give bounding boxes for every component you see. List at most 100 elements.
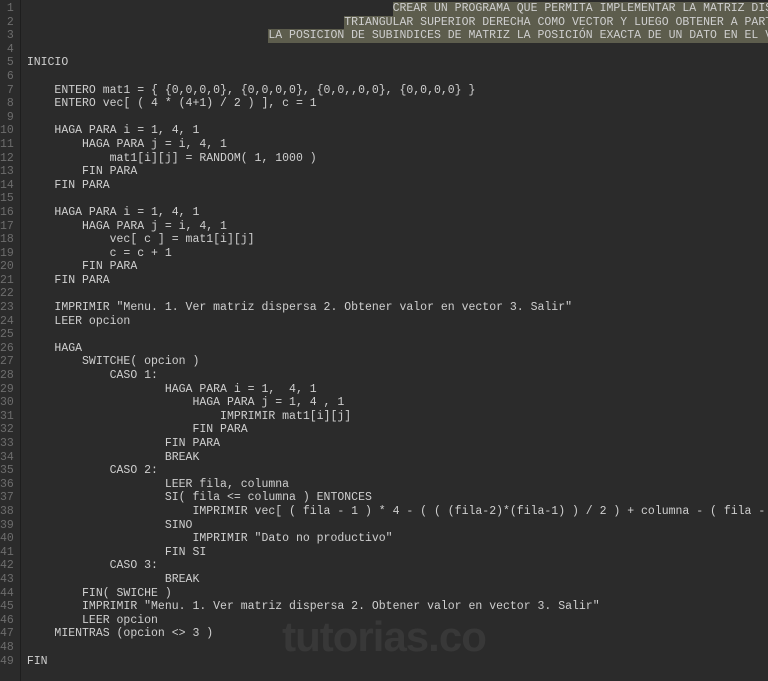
line-number: 41 xyxy=(0,546,14,560)
line-number: 6 xyxy=(0,70,14,84)
code-line[interactable]: CASO 3: xyxy=(27,559,768,573)
code-line[interactable] xyxy=(27,192,768,206)
code-line[interactable]: IMPRIMIR "Menu. 1. Ver matriz dispersa 2… xyxy=(27,600,768,614)
line-number: 23 xyxy=(0,301,14,315)
code-line[interactable]: CREAR UN PROGRAMA QUE PERMITA IMPLEMENTA… xyxy=(27,2,768,16)
line-number: 17 xyxy=(0,220,14,234)
code-line[interactable] xyxy=(27,328,768,342)
code-area[interactable]: CREAR UN PROGRAMA QUE PERMITA IMPLEMENTA… xyxy=(21,0,768,681)
line-number: 9 xyxy=(0,111,14,125)
line-number: 19 xyxy=(0,247,14,261)
code-line[interactable]: FIN( SWICHE ) xyxy=(27,587,768,601)
code-line[interactable]: HAGA PARA i = 1, 4, 1 xyxy=(27,383,768,397)
line-number: 4 xyxy=(0,43,14,57)
line-number: 18 xyxy=(0,233,14,247)
code-line[interactable]: LEER fila, columna xyxy=(27,478,768,492)
code-line[interactable]: SWITCHE( opcion ) xyxy=(27,355,768,369)
line-number: 49 xyxy=(0,655,14,669)
line-number: 42 xyxy=(0,559,14,573)
line-number: 37 xyxy=(0,491,14,505)
line-number: 43 xyxy=(0,573,14,587)
code-line[interactable]: FIN PARA xyxy=(27,423,768,437)
code-line[interactable] xyxy=(27,641,768,655)
line-number: 46 xyxy=(0,614,14,628)
code-line[interactable] xyxy=(27,70,768,84)
line-number: 38 xyxy=(0,505,14,519)
line-number: 45 xyxy=(0,600,14,614)
line-number: 48 xyxy=(0,641,14,655)
code-line[interactable] xyxy=(27,43,768,57)
code-line[interactable]: FIN SI xyxy=(27,546,768,560)
code-line[interactable]: SINO xyxy=(27,519,768,533)
code-line[interactable]: LA POSICION DE SUBINDICES DE MATRIZ LA P… xyxy=(27,29,768,43)
code-line[interactable]: FIN PARA xyxy=(27,260,768,274)
code-line[interactable]: FIN xyxy=(27,655,768,669)
line-number: 29 xyxy=(0,383,14,397)
line-number: 8 xyxy=(0,97,14,111)
code-line[interactable]: HAGA PARA i = 1, 4, 1 xyxy=(27,206,768,220)
line-number: 7 xyxy=(0,84,14,98)
code-line[interactable]: LEER opcion xyxy=(27,614,768,628)
code-line[interactable]: TRIANGULAR SUPERIOR DERECHA COMO VECTOR … xyxy=(27,16,768,30)
code-line[interactable]: HAGA PARA j = i, 4, 1 xyxy=(27,138,768,152)
line-number: 47 xyxy=(0,627,14,641)
code-line[interactable]: BREAK xyxy=(27,451,768,465)
code-line[interactable]: HAGA PARA j = i, 4, 1 xyxy=(27,220,768,234)
code-line[interactable]: LEER opcion xyxy=(27,315,768,329)
code-line[interactable]: MIENTRAS (opcion <> 3 ) xyxy=(27,627,768,641)
code-line[interactable]: FIN PARA xyxy=(27,179,768,193)
line-number: 21 xyxy=(0,274,14,288)
line-number: 26 xyxy=(0,342,14,356)
code-line[interactable] xyxy=(27,287,768,301)
code-line[interactable]: HAGA PARA i = 1, 4, 1 xyxy=(27,124,768,138)
line-number: 30 xyxy=(0,396,14,410)
code-line[interactable]: IMPRIMIR vec[ ( fila - 1 ) * 4 - ( ( (fi… xyxy=(27,505,768,519)
line-number: 10 xyxy=(0,124,14,138)
code-line[interactable]: IMPRIMIR "Menu. 1. Ver matriz dispersa 2… xyxy=(27,301,768,315)
code-line[interactable]: FIN PARA xyxy=(27,165,768,179)
code-line[interactable]: ENTERO mat1 = { {0,0,0,0}, {0,0,0,0}, {0… xyxy=(27,84,768,98)
code-line[interactable]: HAGA xyxy=(27,342,768,356)
line-number: 12 xyxy=(0,152,14,166)
line-number: 31 xyxy=(0,410,14,424)
code-line[interactable]: SI( fila <= columna ) ENTONCES xyxy=(27,491,768,505)
code-line[interactable]: mat1[i][j] = RANDOM( 1, 1000 ) xyxy=(27,152,768,166)
code-line[interactable]: CASO 2: xyxy=(27,464,768,478)
code-line[interactable]: ENTERO vec[ ( 4 * (4+1) / 2 ) ], c = 1 xyxy=(27,97,768,111)
line-number: 44 xyxy=(0,587,14,601)
line-number: 13 xyxy=(0,165,14,179)
code-line[interactable]: FIN PARA xyxy=(27,437,768,451)
code-line[interactable]: INICIO xyxy=(27,56,768,70)
code-line[interactable] xyxy=(27,111,768,125)
code-line[interactable]: IMPRIMIR mat1[i][j] xyxy=(27,410,768,424)
line-number: 1 xyxy=(0,2,14,16)
code-editor: 1234567891011121314151617181920212223242… xyxy=(0,0,768,681)
code-line[interactable]: HAGA PARA j = 1, 4 , 1 xyxy=(27,396,768,410)
line-number: 22 xyxy=(0,287,14,301)
line-number: 33 xyxy=(0,437,14,451)
line-number: 2 xyxy=(0,16,14,30)
line-number: 11 xyxy=(0,138,14,152)
line-number: 15 xyxy=(0,192,14,206)
line-number: 28 xyxy=(0,369,14,383)
line-number: 14 xyxy=(0,179,14,193)
line-number: 3 xyxy=(0,29,14,43)
line-number: 25 xyxy=(0,328,14,342)
code-line[interactable]: CASO 1: xyxy=(27,369,768,383)
line-number: 5 xyxy=(0,56,14,70)
line-number: 24 xyxy=(0,315,14,329)
line-number: 20 xyxy=(0,260,14,274)
line-number: 36 xyxy=(0,478,14,492)
code-line[interactable]: c = c + 1 xyxy=(27,247,768,261)
line-number: 16 xyxy=(0,206,14,220)
line-number: 27 xyxy=(0,355,14,369)
code-line[interactable]: BREAK xyxy=(27,573,768,587)
line-number: 32 xyxy=(0,423,14,437)
code-line[interactable]: IMPRIMIR "Dato no productivo" xyxy=(27,532,768,546)
code-line[interactable]: vec[ c ] = mat1[i][j] xyxy=(27,233,768,247)
line-number: 39 xyxy=(0,519,14,533)
line-number: 40 xyxy=(0,532,14,546)
code-line[interactable]: FIN PARA xyxy=(27,274,768,288)
line-number-gutter: 1234567891011121314151617181920212223242… xyxy=(0,0,21,681)
line-number: 35 xyxy=(0,464,14,478)
